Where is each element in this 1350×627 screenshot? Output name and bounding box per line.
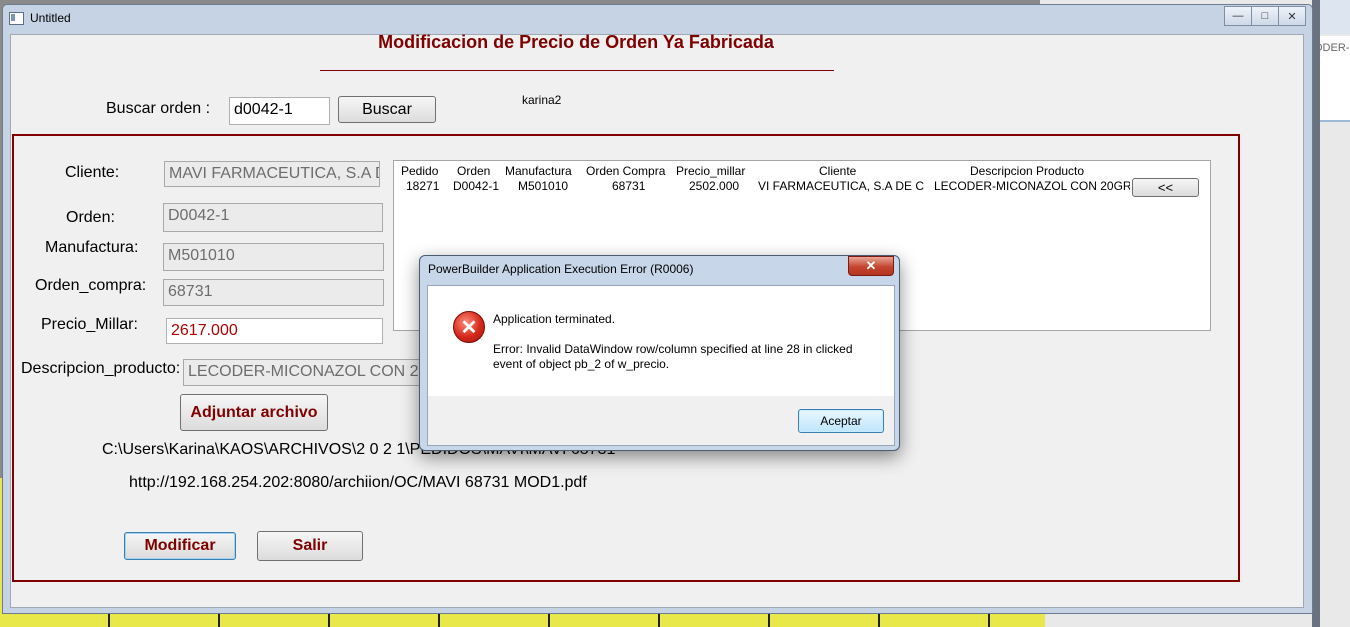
- manufactura-field[interactable]: M501010: [163, 243, 384, 271]
- grid-header-pedido: Pedido: [401, 164, 439, 178]
- dialog-close-button[interactable]: ✕: [848, 256, 894, 276]
- exit-button[interactable]: Salir: [257, 531, 363, 561]
- error-dialog: PowerBuilder Application Execution Error…: [419, 255, 900, 451]
- grid-header-cliente: Cliente: [819, 164, 857, 178]
- error-icon: ✕: [453, 311, 485, 343]
- maximize-button[interactable]: □: [1251, 6, 1279, 26]
- grid-header-orden: Orden: [457, 164, 491, 178]
- minimize-button[interactable]: —: [1224, 6, 1252, 26]
- dialog-message-primary: Application terminated.: [493, 312, 616, 326]
- attach-file-button[interactable]: Adjuntar archivo: [180, 394, 328, 431]
- search-label: Buscar orden :: [106, 100, 211, 117]
- grid-cell-pedido[interactable]: 18271: [406, 179, 439, 193]
- background-edge: [1312, 0, 1320, 627]
- page-title: Modificacion de Precio de Orden Ya Fabri…: [378, 32, 774, 52]
- orden-field[interactable]: D0042-1: [163, 203, 383, 232]
- background-toolbar: [1320, 0, 1350, 34]
- grid-header-orden-compra: Orden Compra: [586, 164, 666, 178]
- orden-compra-field[interactable]: 68731: [163, 279, 384, 306]
- file-url-text: http://192.168.254.202:8080/archiion/OC/…: [129, 474, 587, 491]
- modify-button[interactable]: Modificar: [124, 532, 236, 560]
- grid-header-descripcion: Descripcion Producto: [970, 164, 1085, 178]
- grid-header-manufactura: Manufactura: [505, 164, 572, 178]
- dialog-footer: Aceptar: [427, 396, 895, 446]
- descripcion-label: Descripcion_producto:: [21, 360, 181, 377]
- title-bar[interactable]: Untitled — □ ✕: [3, 5, 1312, 33]
- cliente-label: Cliente:: [65, 164, 120, 181]
- grid-cell-precio[interactable]: 2502.000: [689, 179, 739, 193]
- dialog-message-detail: Error: Invalid DataWindow row/column spe…: [493, 342, 853, 371]
- back-button[interactable]: <<: [1132, 178, 1199, 197]
- manufactura-label: Manufactura:: [45, 239, 139, 256]
- precio-label: Precio_Millar:: [41, 316, 138, 333]
- user-label: karina2: [522, 93, 562, 107]
- grid-cell-cliente[interactable]: VI FARMACEUTICA, S.A DE C: [758, 179, 924, 193]
- cliente-field[interactable]: MAVI FARMACEUTICA, S.A DE C.V.: [164, 161, 380, 187]
- grid-cell-orden-compra[interactable]: 68731: [612, 179, 645, 193]
- grid-cell-descripcion[interactable]: LECODER-MICONAZOL CON 20GR: [934, 179, 1130, 193]
- dialog-title: PowerBuilder Application Execution Error…: [428, 262, 694, 276]
- orden-label: Orden:: [66, 209, 115, 226]
- descripcion-field[interactable]: LECODER-MICONAZOL CON 20GR: [183, 359, 423, 386]
- ok-button[interactable]: Aceptar: [798, 409, 884, 433]
- grid-header-precio: Precio_millar: [676, 164, 746, 178]
- precio-input[interactable]: 2617.000: [166, 318, 383, 344]
- grid-cell-manufactura[interactable]: M501010: [518, 179, 568, 193]
- title-divider: [320, 70, 834, 71]
- search-input[interactable]: d0042-1: [229, 97, 330, 125]
- app-icon: [9, 12, 24, 25]
- close-button[interactable]: ✕: [1278, 6, 1306, 26]
- search-button[interactable]: Buscar: [338, 96, 436, 123]
- orden-compra-label: Orden_compra:: [35, 277, 147, 294]
- grid-cell-orden[interactable]: D0042-1: [453, 179, 499, 193]
- window-title: Untitled: [30, 11, 71, 25]
- dialog-body: ✕ Application terminated. Error: Invalid…: [427, 285, 895, 398]
